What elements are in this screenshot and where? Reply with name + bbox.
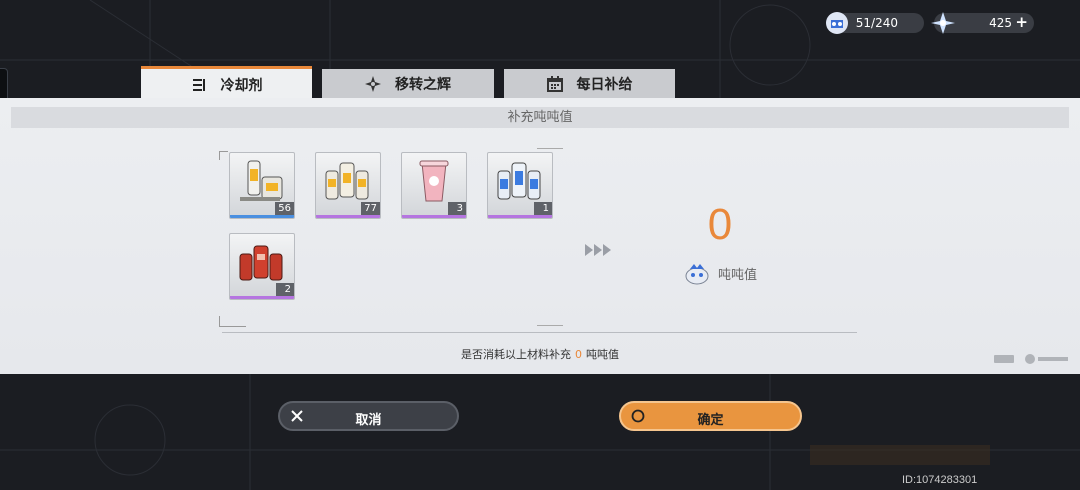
rarity-bar: [230, 215, 294, 218]
tab-daily-supply[interactable]: 每日补给: [504, 69, 675, 98]
item-coolant-1[interactable]: 56: [229, 152, 295, 219]
coolant-canister-icon: [240, 160, 283, 201]
cancel-button[interactable]: 取消: [278, 401, 459, 431]
calendar-icon: [546, 75, 563, 92]
result-label: 吨吨值: [718, 268, 758, 283]
tab-daily-supply-label: 每日补给: [576, 76, 633, 93]
item-coolant-2[interactable]: 77: [315, 152, 381, 219]
frame-line: [537, 148, 563, 149]
tab-transfer-glow-label: 移转之辉: [395, 76, 451, 93]
brand-logos: [994, 354, 1068, 364]
item-count: 3: [448, 202, 466, 215]
item-coolant-5[interactable]: 2: [229, 233, 295, 300]
add-crystal-button[interactable]: +: [1015, 13, 1028, 31]
confirm-prefix: 是否消耗以上材料补充: [461, 348, 571, 361]
confirm-suffix: 吨吨值: [586, 348, 619, 361]
stamina-icon: [826, 12, 848, 34]
frame-line: [537, 325, 563, 326]
frame-corner: [219, 151, 228, 160]
stamina-counter[interactable]: 51/240: [826, 12, 924, 34]
rarity-bar: [488, 215, 552, 218]
item-count: 56: [275, 202, 294, 215]
item-count: 2: [276, 283, 294, 296]
item-coolant-3[interactable]: 3: [401, 152, 467, 219]
frame-corner: [219, 316, 246, 327]
blue-canister-icon: [497, 162, 541, 200]
tab-transfer-glow[interactable]: 移转之辉: [322, 69, 494, 98]
crystal-icon: [931, 12, 955, 34]
confirm-button[interactable]: 确定: [619, 401, 802, 431]
coolant-pack-icon: [325, 162, 369, 200]
rarity-bar: [316, 215, 380, 218]
item-count: 77: [361, 202, 380, 215]
confirm-value: 0: [575, 348, 582, 361]
player-id: ID:1074283301: [902, 474, 978, 486]
result-value: 0: [707, 200, 733, 249]
stamina-value: 51/240: [855, 16, 898, 30]
cancel-label: 取消: [355, 413, 382, 428]
triple-arrow-icon: [585, 244, 611, 256]
red-canister-icon: [239, 245, 283, 281]
crystal-counter[interactable]: 425 +: [931, 12, 1034, 34]
item-count: 1: [534, 202, 552, 215]
rarity-bar: [230, 296, 294, 299]
list-icon: [192, 78, 205, 91]
confirm-message: 是否消耗以上材料补充 0 吨吨值: [0, 346, 1080, 362]
tonton-icon: [685, 264, 709, 285]
tab-coolant-label: 冷却剂: [220, 77, 263, 94]
sparkle-icon: [365, 75, 381, 92]
item-coolant-4[interactable]: 1: [487, 152, 553, 219]
panel-title: 补充吨吨值: [11, 107, 1069, 128]
crystal-value: 425: [989, 16, 1012, 30]
rarity-bar: [402, 215, 466, 218]
tab-coolant[interactable]: 冷却剂: [141, 66, 312, 100]
confirm-label: 确定: [697, 413, 724, 428]
pink-cup-icon: [419, 160, 449, 202]
divider: [222, 332, 857, 333]
